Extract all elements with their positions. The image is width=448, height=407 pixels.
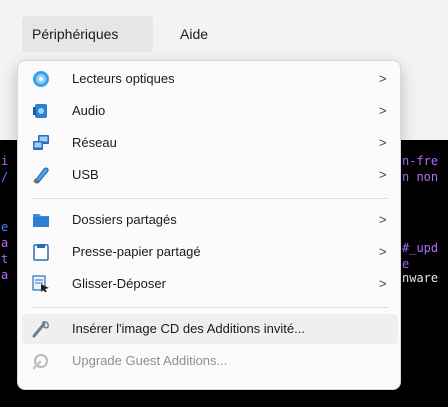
menu-item-network[interactable]: Réseau > (22, 128, 398, 158)
terminal-text: a (1, 268, 9, 282)
terminal-text: a (1, 236, 9, 250)
usb-icon (32, 166, 50, 184)
menu-item-audio[interactable]: Audio > (22, 96, 398, 126)
clipboard-icon (32, 243, 50, 261)
audio-card-icon (32, 102, 50, 120)
menu-item-label: Presse-papier partagé (72, 244, 201, 259)
menu-separator (32, 198, 388, 199)
terminal-text: #_upd (402, 241, 439, 255)
menu-item-label: Dossiers partagés (72, 212, 177, 227)
menu-item-label: Audio (72, 103, 106, 118)
network-icon (32, 134, 50, 152)
drag-drop-icon (32, 275, 50, 293)
terminal-text: / (1, 170, 9, 184)
terminal-text: nware (402, 271, 439, 285)
terminal-text: i (1, 154, 9, 168)
menu-item-drag-and-drop[interactable]: Glisser-Déposer > (22, 269, 398, 299)
terminal-text: t (1, 252, 9, 266)
submenu-arrow-icon: > (379, 244, 387, 259)
menu-item-optical-drives[interactable]: Lecteurs optiques > (22, 64, 398, 94)
terminal-text: n non (402, 170, 439, 184)
terminal-text: e (1, 220, 9, 234)
terminal-text: e (402, 257, 410, 271)
menu-item-upgrade-guest-additions[interactable]: Upgrade Guest Additions... (22, 346, 398, 376)
menu-item-label: Glisser-Déposer (72, 276, 166, 291)
shared-folder-icon (32, 211, 50, 229)
menu-item-label: Réseau (72, 135, 117, 150)
submenu-arrow-icon: > (379, 276, 387, 291)
menu-item-shared-clipboard[interactable]: Presse-papier partagé > (22, 237, 398, 267)
submenu-arrow-icon: > (379, 135, 387, 150)
menu-item-shared-folders[interactable]: Dossiers partagés > (22, 205, 398, 235)
optical-disc-icon (32, 70, 50, 88)
upgrade-icon (32, 352, 50, 370)
peripherals-dropdown-menu: Lecteurs optiques > Audio > Réseau > USB… (17, 60, 401, 390)
insert-cd-icon (32, 320, 50, 338)
menu-item-label: Lecteurs optiques (72, 71, 175, 86)
submenu-arrow-icon: > (379, 71, 387, 86)
menubar: Périphériques Aide (0, 0, 448, 64)
menu-separator (32, 307, 388, 308)
menu-help[interactable]: Aide (170, 16, 230, 52)
menu-item-label: Upgrade Guest Additions... (72, 353, 228, 368)
terminal-text: n-fre (402, 154, 439, 168)
menu-item-label: USB (72, 167, 99, 182)
menu-item-insert-guest-additions-cd[interactable]: Insérer l'image CD des Additions invité.… (22, 314, 398, 344)
submenu-arrow-icon: > (379, 167, 387, 182)
submenu-arrow-icon: > (379, 103, 387, 118)
menu-item-label: Insérer l'image CD des Additions invité.… (72, 321, 305, 336)
submenu-arrow-icon: > (379, 212, 387, 227)
menu-item-usb[interactable]: USB > (22, 160, 398, 190)
menu-peripherals[interactable]: Périphériques (22, 16, 153, 52)
